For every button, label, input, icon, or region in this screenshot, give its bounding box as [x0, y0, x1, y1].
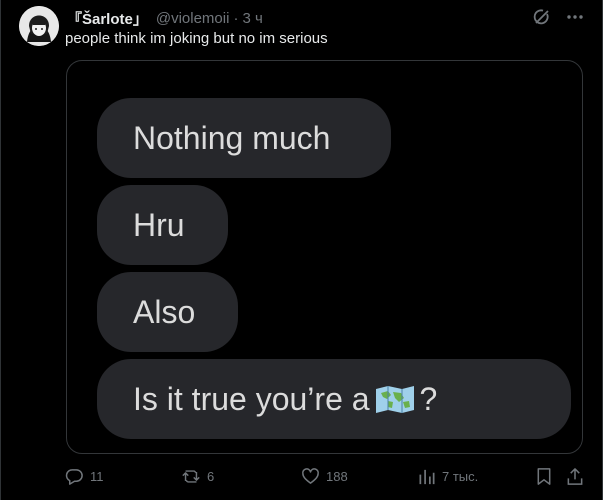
heart-icon — [301, 467, 320, 486]
handle[interactable]: @violemoii — [156, 10, 230, 27]
reply-icon — [65, 467, 84, 486]
repost-icon — [181, 467, 201, 486]
separator-dot: · — [233, 10, 239, 27]
views-button[interactable]: 7 тыс. — [418, 467, 478, 486]
tweet-header: 『Šarlote」 @violemoii · 3 ч — [67, 8, 263, 29]
message-text: Nothing much — [133, 120, 331, 156]
more-icon[interactable] — [566, 8, 584, 26]
timestamp[interactable]: 3 ч — [242, 10, 262, 27]
reply-count: 11 — [90, 469, 104, 484]
grok-icon[interactable] — [532, 7, 552, 27]
message-text: Is it true you’re a — [133, 381, 370, 417]
bookmark-button[interactable] — [535, 467, 553, 486]
message-text: Also — [133, 294, 196, 330]
repost-count: 6 — [207, 469, 215, 484]
display-name[interactable]: 『Šarlote」 — [67, 8, 148, 29]
tweet[interactable]: 『Šarlote」 @violemoii · 3 ч people think … — [0, 0, 603, 500]
message-bubble: Hru — [97, 185, 228, 265]
tweet-media[interactable]: Nothing much Hru Also Is it true you’re … — [66, 60, 583, 454]
share-button[interactable] — [566, 467, 584, 486]
like-button[interactable]: 188 — [301, 467, 348, 486]
like-count: 188 — [326, 469, 348, 484]
message-bubble: Is it true you’re a ? — [97, 359, 571, 439]
views-count: 7 тыс. — [442, 469, 479, 484]
views-icon — [418, 467, 436, 486]
message-text: ? — [419, 381, 438, 417]
action-bar: 11 6 188 7 тыс. — [1, 462, 603, 494]
world-map-icon — [374, 384, 416, 414]
message-bubble: Also — [97, 272, 238, 352]
reply-button[interactable]: 11 — [65, 467, 104, 486]
message-text: Hru — [133, 207, 185, 243]
message-bubble: Nothing much — [97, 98, 391, 178]
avatar[interactable] — [19, 6, 59, 46]
bookmark-icon — [535, 467, 553, 486]
share-icon — [566, 467, 584, 486]
repost-button[interactable]: 6 — [181, 467, 214, 486]
header-actions — [532, 7, 584, 27]
tweet-text: people think im joking but no im serious — [65, 30, 328, 47]
